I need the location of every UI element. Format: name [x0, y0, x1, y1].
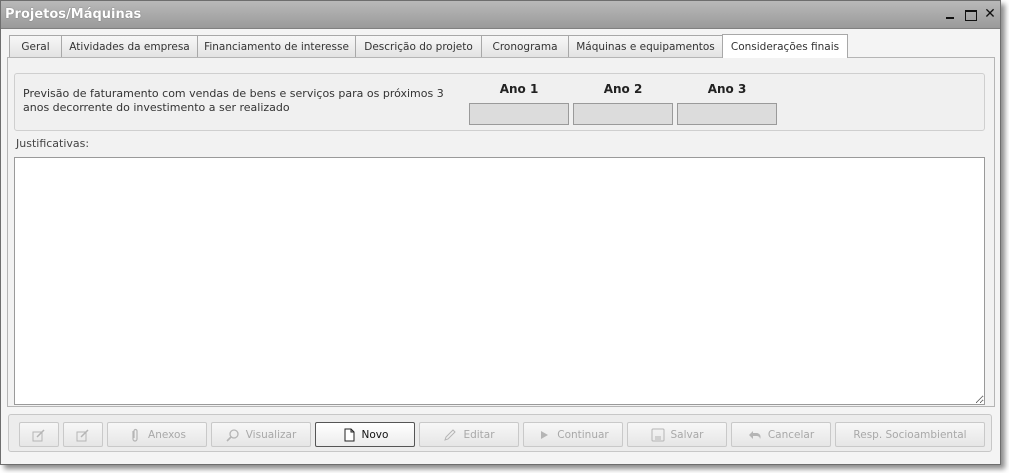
tab-descricao-do-projeto[interactable]: Descrição do projeto — [355, 35, 482, 58]
continuar-button[interactable]: Continuar — [523, 422, 623, 447]
edit-icon — [32, 428, 46, 442]
action-button-bar: Anexos Visualizar Novo Editar Continuar — [8, 414, 992, 452]
year-2-input[interactable] — [573, 103, 673, 125]
novo-label: Novo — [361, 428, 389, 441]
visualizar-label: Visualizar — [245, 428, 297, 441]
tab-maquinas-e-equipamentos[interactable]: Máquinas e equipamentos — [568, 35, 723, 58]
year-3-label: Ano 3 — [707, 82, 747, 96]
resp-socioambiental-button[interactable]: Resp. Socioambiental — [835, 422, 985, 447]
tab-bar: Geral Atividades da empresa Financiament… — [9, 34, 994, 58]
maximize-icon[interactable] — [962, 6, 978, 22]
floppy-disk-icon — [651, 428, 665, 442]
salvar-label: Salvar — [670, 428, 704, 441]
edit-small-button-1[interactable] — [19, 422, 59, 447]
salvar-button[interactable]: Salvar — [627, 422, 727, 447]
continuar-label: Continuar — [557, 428, 609, 441]
pencil-icon — [443, 428, 457, 442]
editar-label: Editar — [463, 428, 495, 441]
justificativas-label: Justificativas: — [16, 137, 90, 150]
tab-panel-consideracoes-finais: Previsão de faturamento com vendas de be… — [7, 57, 995, 407]
window-titlebar[interactable]: Projetos/Máquinas ✕ — [1, 1, 1000, 29]
tab-atividades-da-empresa[interactable]: Atividades da empresa — [61, 35, 198, 58]
year-1-input[interactable] — [469, 103, 569, 125]
anexos-label: Anexos — [148, 428, 186, 441]
magnifier-icon — [226, 428, 240, 442]
forecast-panel: Previsão de faturamento com vendas de be… — [14, 73, 985, 131]
tab-consideracoes-finais[interactable]: Considerações finais — [722, 34, 848, 58]
editar-button[interactable]: Editar — [419, 422, 519, 447]
resp-socioambiental-label: Resp. Socioambiental — [853, 428, 967, 441]
year-1-label: Ano 1 — [499, 82, 539, 96]
cancelar-label: Cancelar — [767, 428, 815, 441]
minimize-icon[interactable] — [942, 6, 958, 22]
anexos-button[interactable]: Anexos — [107, 422, 207, 447]
forecast-label: Previsão de faturamento com vendas de be… — [23, 87, 444, 114]
projetos-maquinas-window: Projetos/Máquinas ✕ Geral Atividades da … — [0, 0, 1001, 465]
tab-cronograma[interactable]: Cronograma — [481, 35, 569, 58]
edit-small-button-2[interactable] — [63, 422, 103, 447]
undo-arrow-icon — [748, 428, 762, 442]
tab-geral[interactable]: Geral — [9, 35, 62, 58]
justificativas-textarea[interactable] — [14, 157, 985, 405]
edit-icon — [76, 428, 90, 442]
window-title: Projetos/Máquinas — [5, 7, 142, 22]
year-2-label: Ano 2 — [603, 82, 643, 96]
close-icon[interactable]: ✕ — [982, 6, 998, 22]
novo-button[interactable]: Novo — [315, 422, 415, 447]
new-document-icon — [342, 428, 356, 442]
play-icon — [537, 428, 551, 442]
year-3-input[interactable] — [677, 103, 777, 125]
tab-financiamento-de-interesse[interactable]: Financiamento de interesse — [197, 35, 356, 58]
cancelar-button[interactable]: Cancelar — [731, 422, 831, 447]
visualizar-button[interactable]: Visualizar — [211, 422, 311, 447]
paperclip-icon — [128, 428, 142, 442]
